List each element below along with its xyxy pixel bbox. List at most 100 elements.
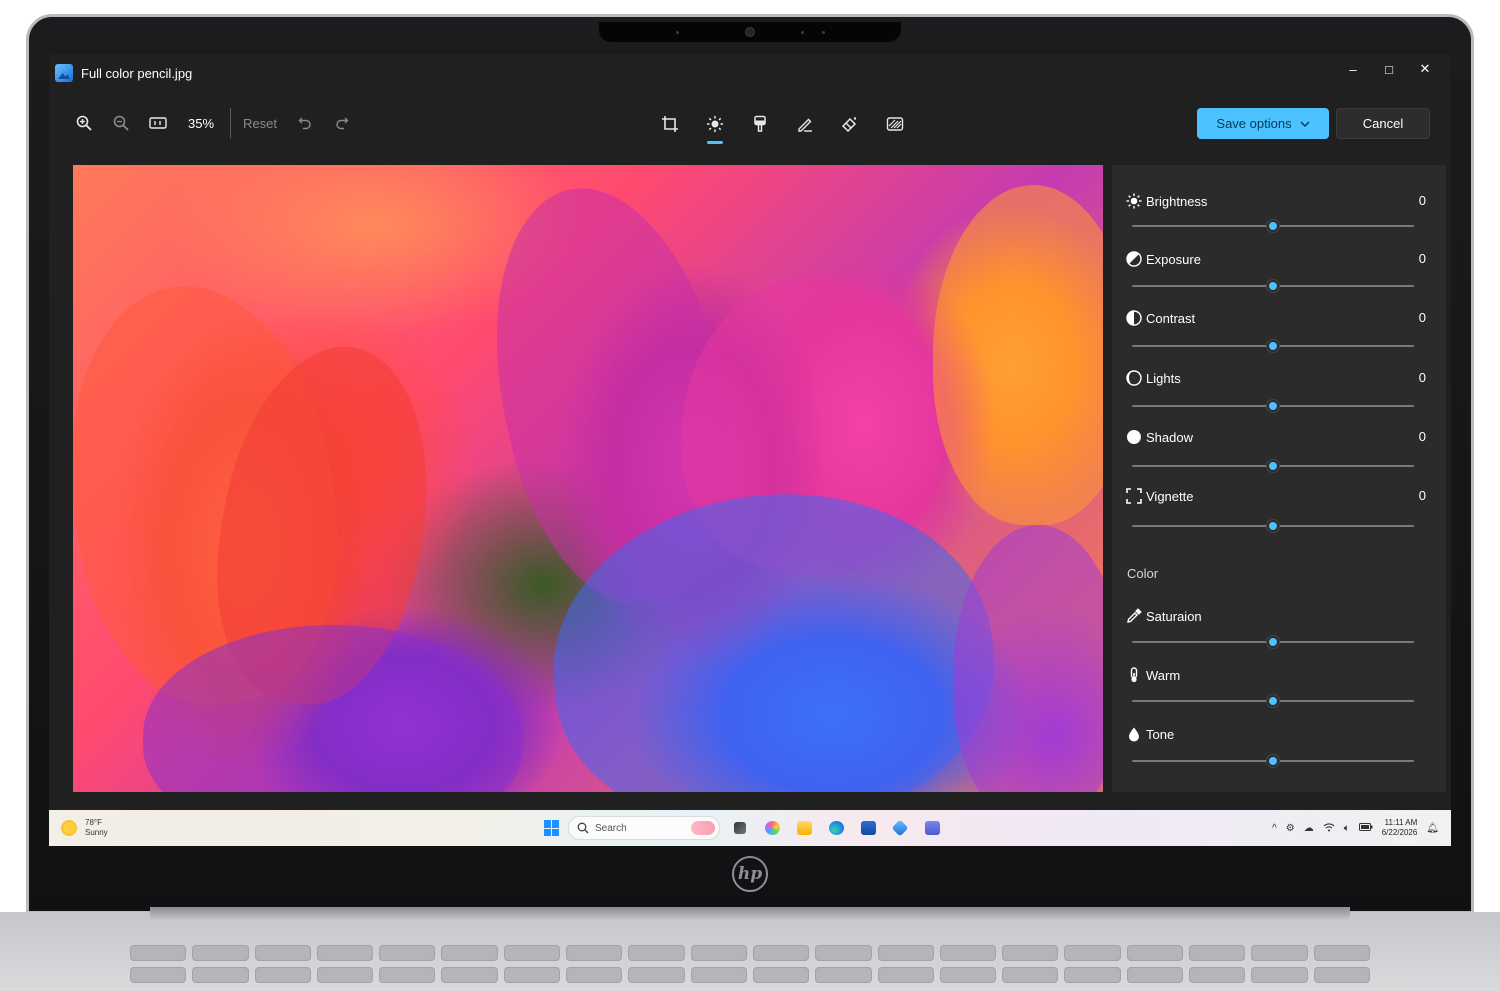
keyboard-key bbox=[628, 967, 685, 983]
erase-icon[interactable] bbox=[827, 108, 872, 140]
weather-widget[interactable]: 78°F Sunny bbox=[61, 815, 108, 841]
shadow-control: Shadow 0 bbox=[1112, 428, 1446, 484]
exposure-control: Exposure 0 bbox=[1112, 250, 1446, 306]
system-tray: ^ ⚙ ☁ 🔈︎ 11:11 AM 6/22/2026 🔔︎ bbox=[1272, 815, 1439, 841]
background-blur-icon[interactable] bbox=[872, 108, 917, 140]
keyboard-key bbox=[1064, 967, 1121, 983]
close-button[interactable]: ✕ bbox=[1407, 54, 1443, 84]
minimize-button[interactable]: – bbox=[1335, 54, 1371, 84]
adjustments-panel: Brightness 0 Exposure 0 Contrast 0 Light… bbox=[1112, 165, 1446, 792]
slider-thumb[interactable] bbox=[1267, 280, 1279, 292]
slider-thumb[interactable] bbox=[1267, 400, 1279, 412]
keyboard-key bbox=[566, 945, 623, 961]
shadow-icon bbox=[1126, 429, 1142, 445]
reset-button[interactable]: Reset bbox=[237, 116, 287, 131]
microsoft-store-icon[interactable] bbox=[856, 816, 880, 840]
crop-icon[interactable] bbox=[647, 108, 692, 140]
slider-thumb[interactable] bbox=[1267, 695, 1279, 707]
chevron-down-icon bbox=[1300, 121, 1310, 127]
contrast-header: Contrast 0 bbox=[1126, 309, 1426, 327]
warm-control: Warm bbox=[1112, 666, 1446, 722]
teams-icon[interactable] bbox=[920, 816, 944, 840]
slider-thumb[interactable] bbox=[1267, 340, 1279, 352]
windows-start-icon[interactable] bbox=[544, 820, 560, 836]
edit-tools bbox=[647, 108, 917, 144]
sun-weather-icon bbox=[61, 820, 77, 836]
copilot-icon[interactable] bbox=[760, 816, 784, 840]
taskbar-search[interactable]: Search bbox=[568, 816, 720, 840]
vignette-slider[interactable] bbox=[1132, 520, 1414, 532]
markup-icon[interactable] bbox=[782, 108, 827, 140]
shadow-value: 0 bbox=[1418, 429, 1426, 444]
photos-app-icon bbox=[55, 64, 73, 82]
brightness-slider[interactable] bbox=[1132, 220, 1414, 232]
saturation-slider[interactable] bbox=[1132, 636, 1414, 648]
save-options-button[interactable]: Save options bbox=[1197, 108, 1329, 139]
file-explorer-icon[interactable] bbox=[792, 816, 816, 840]
contrast-slider[interactable] bbox=[1132, 340, 1414, 352]
zoom-controls: 35% Reset bbox=[65, 104, 361, 142]
brightness-value: 0 bbox=[1418, 193, 1426, 208]
keyboard-key bbox=[1002, 945, 1059, 961]
color-section-label: Color bbox=[1127, 566, 1159, 581]
keyboard-key bbox=[441, 967, 498, 983]
keyboard-key bbox=[1189, 967, 1246, 983]
battery-icon[interactable] bbox=[1358, 822, 1373, 834]
clock[interactable]: 11:11 AM 6/22/2026 bbox=[1382, 818, 1418, 838]
save-options-label: Save options bbox=[1216, 116, 1292, 131]
brightness-header: Brightness 0 bbox=[1126, 192, 1426, 210]
cancel-button[interactable]: Cancel bbox=[1336, 108, 1430, 139]
zoom-in-icon[interactable] bbox=[65, 108, 102, 138]
toolbar-divider bbox=[230, 108, 231, 138]
undo-icon[interactable] bbox=[287, 108, 324, 138]
adjust-brightness-icon[interactable] bbox=[692, 108, 737, 144]
exposure-icon bbox=[1126, 251, 1142, 267]
photo-canvas[interactable] bbox=[73, 165, 1103, 792]
keyboard-key bbox=[503, 945, 561, 961]
photos-taskbar-icon[interactable] bbox=[888, 816, 912, 840]
wifi-icon[interactable] bbox=[1323, 822, 1335, 835]
keyboard-key bbox=[690, 967, 747, 983]
exposure-header: Exposure 0 bbox=[1126, 250, 1426, 268]
slider-thumb[interactable] bbox=[1267, 460, 1279, 472]
lights-header: Lights 0 bbox=[1126, 369, 1426, 387]
slider-thumb[interactable] bbox=[1267, 636, 1279, 648]
zoom-level[interactable]: 35% bbox=[176, 116, 226, 131]
slider-thumb[interactable] bbox=[1267, 220, 1279, 232]
tone-control: Tone bbox=[1112, 725, 1446, 781]
chevron-up-icon[interactable]: ^ bbox=[1272, 823, 1277, 834]
keyboard-key bbox=[690, 945, 747, 961]
zoom-out-icon[interactable] bbox=[102, 108, 139, 138]
lights-control: Lights 0 bbox=[1112, 369, 1446, 425]
contrast-value: 0 bbox=[1418, 310, 1426, 325]
redo-icon[interactable] bbox=[324, 108, 361, 138]
actual-size-icon[interactable] bbox=[139, 108, 176, 138]
network-settings-icon[interactable]: ⚙ bbox=[1286, 823, 1295, 834]
shadow-label: Shadow bbox=[1146, 429, 1193, 445]
slider-thumb[interactable] bbox=[1267, 755, 1279, 767]
volume-icon[interactable]: 🔈︎ bbox=[1344, 823, 1350, 834]
lights-slider[interactable] bbox=[1132, 400, 1414, 412]
contrast-icon bbox=[1126, 310, 1142, 326]
camera-sensor bbox=[801, 31, 804, 34]
slider-thumb[interactable] bbox=[1267, 520, 1279, 532]
vignette-label: Vignette bbox=[1146, 488, 1194, 504]
screen: Full color pencil.jpg – □ ✕ 35% Reset Sa… bbox=[49, 54, 1451, 846]
cloud-icon[interactable]: ☁ bbox=[1304, 823, 1314, 834]
warm-slider[interactable] bbox=[1132, 695, 1414, 707]
keyboard-key bbox=[1189, 945, 1246, 961]
exposure-slider[interactable] bbox=[1132, 280, 1414, 292]
exposure-label: Exposure bbox=[1146, 251, 1201, 267]
keyboard-key bbox=[192, 945, 249, 961]
tone-slider[interactable] bbox=[1132, 755, 1414, 767]
maximize-button[interactable]: □ bbox=[1371, 54, 1407, 84]
task-view-icon[interactable] bbox=[728, 816, 752, 840]
shadow-slider[interactable] bbox=[1132, 460, 1414, 472]
edge-browser-icon[interactable] bbox=[824, 816, 848, 840]
keyboard bbox=[130, 945, 1370, 991]
eyedropper-icon bbox=[1126, 608, 1142, 624]
webcam bbox=[745, 27, 755, 37]
filter-icon[interactable] bbox=[737, 108, 782, 140]
notification-bell-icon[interactable]: 🔔︎ bbox=[1426, 823, 1439, 834]
keyboard-key bbox=[316, 967, 374, 983]
